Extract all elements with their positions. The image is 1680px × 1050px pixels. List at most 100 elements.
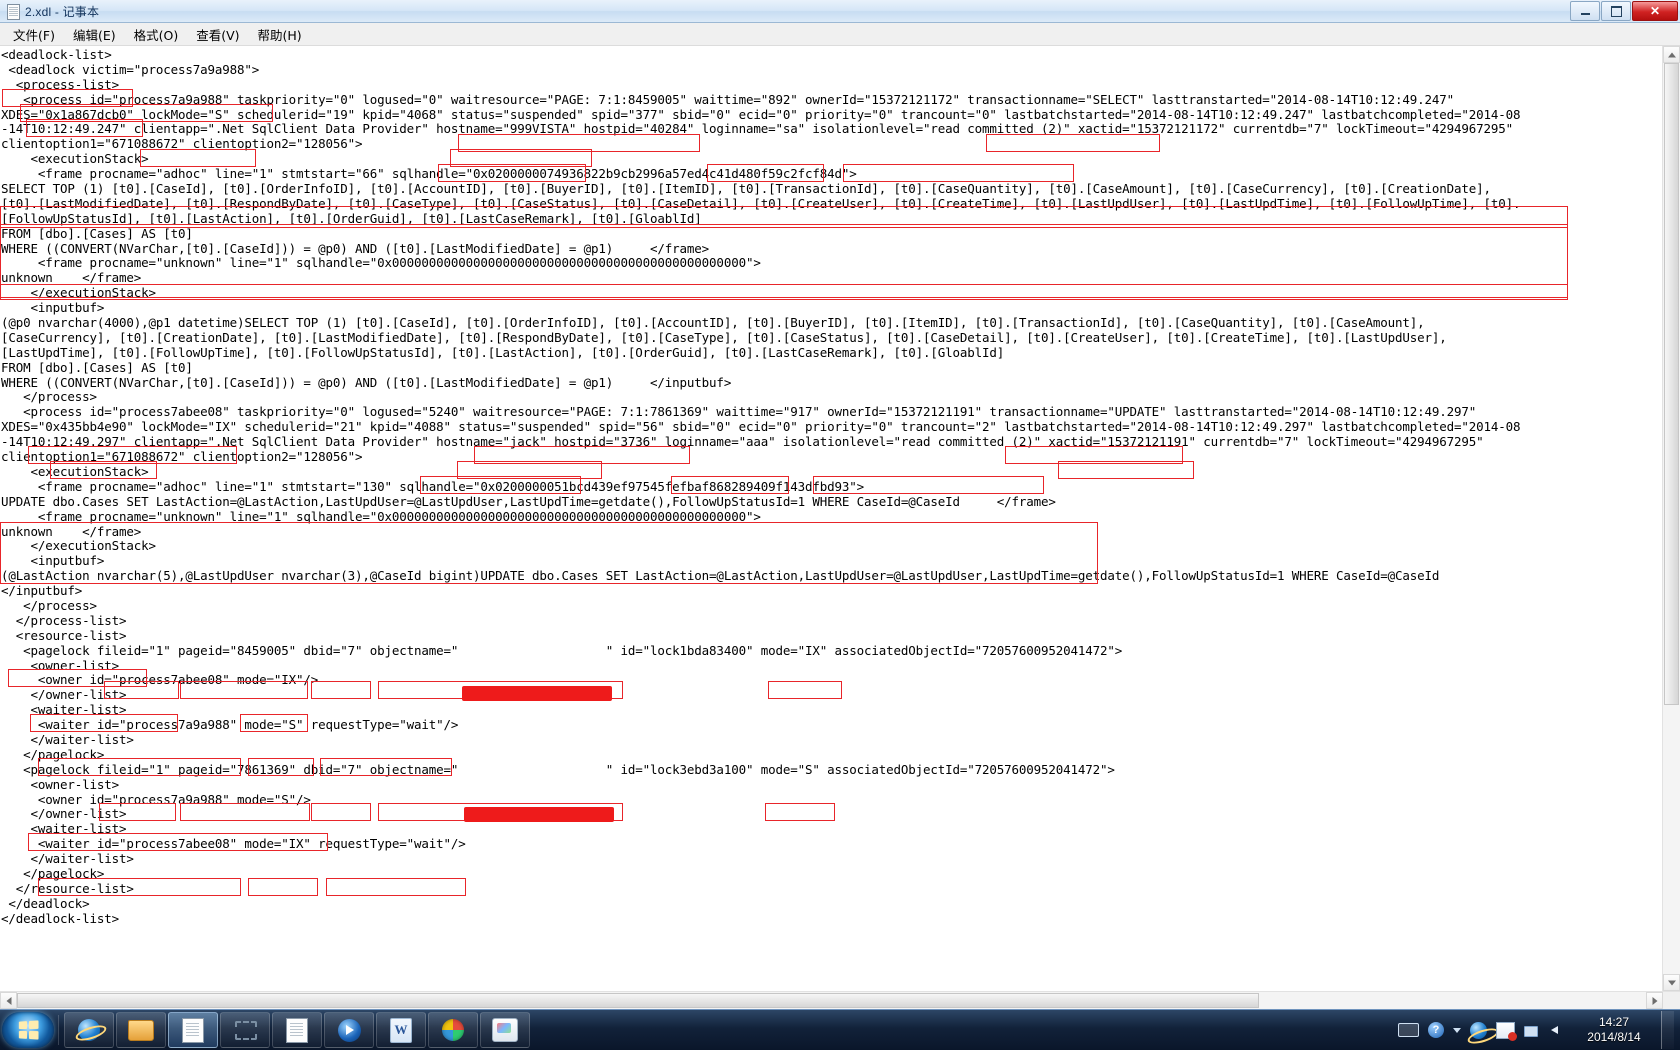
clock-time: 14:27 bbox=[1598, 1015, 1630, 1029]
text-line: [LastUpdTime], [t0].[FollowUpTime], [t0]… bbox=[1, 344, 1005, 360]
text-line: </executionStack> bbox=[1, 538, 157, 554]
menu-format[interactable]: 格式(O) bbox=[125, 23, 188, 46]
text-line: </deadlock> bbox=[1, 895, 90, 911]
notepad-icon bbox=[182, 1017, 204, 1043]
scroll-up-button[interactable] bbox=[1663, 46, 1680, 63]
text-editor[interactable]: <deadlock-list> <deadlock victim="proces… bbox=[0, 46, 1662, 991]
notepad-window: 2.xdl - 记事本 ✕ 文件(F) 编辑(E) 格式(O) 查看(V) 帮助… bbox=[0, 0, 1680, 1050]
text-line: <resource-list> bbox=[1, 627, 127, 643]
text-line: <frame procname="unknown" line="1" sqlha… bbox=[1, 508, 761, 524]
show-desktop-button[interactable] bbox=[1661, 1011, 1674, 1049]
scroll-left-button[interactable] bbox=[0, 992, 17, 1009]
text-line: </owner-list> bbox=[1, 687, 127, 703]
text-line: <process id="process7abee08" taskpriorit… bbox=[1, 404, 1477, 420]
taskbar-notepad[interactable] bbox=[168, 1012, 218, 1048]
text-line: XDES="0x435bb4e90" lockMode="IX" schedul… bbox=[1, 419, 1521, 435]
menu-help[interactable]: 帮助(H) bbox=[249, 23, 311, 46]
minimize-button[interactable] bbox=[1570, 1, 1600, 21]
text-line: <owner-list> bbox=[1, 657, 120, 673]
text-line: unknown </frame> bbox=[1, 523, 142, 539]
browser-ball-icon bbox=[442, 1019, 464, 1041]
text-line: -14T10:12:49.247" clientapp=".Net SqlCli… bbox=[1, 121, 1514, 137]
text-line: <inputbuf> bbox=[1, 553, 105, 569]
text-line: </resource-list> bbox=[1, 880, 134, 896]
clock[interactable]: 14:27 2014/8/14 bbox=[1576, 1015, 1652, 1045]
text-line: WHERE ((CONVERT(NVarChar,[t0].[CaseId]))… bbox=[1, 374, 732, 390]
window-buttons: ✕ bbox=[1570, 1, 1678, 21]
scroll-down-button[interactable] bbox=[1663, 974, 1680, 991]
text-line: FROM [dbo].[Cases] AS [t0] bbox=[1, 225, 193, 241]
network-icon[interactable] bbox=[1524, 1023, 1541, 1037]
taskbar-document[interactable] bbox=[272, 1012, 322, 1048]
taskbar-word[interactable] bbox=[376, 1012, 426, 1048]
windows-logo-icon bbox=[18, 1020, 39, 1040]
text-line: UPDATE dbo.Cases SET LastAction=@LastAct… bbox=[1, 493, 1056, 509]
notepad-document-icon bbox=[6, 3, 20, 20]
vertical-scroll-track[interactable] bbox=[1663, 63, 1680, 974]
maximize-button[interactable] bbox=[1601, 1, 1631, 21]
text-line: <owner-list> bbox=[1, 776, 120, 792]
taskbar-snipping-tool[interactable] bbox=[220, 1012, 270, 1048]
horizontal-scroll-thumb[interactable] bbox=[17, 993, 1259, 1008]
folder-icon bbox=[128, 1019, 154, 1041]
flag-alert-icon[interactable] bbox=[1496, 1021, 1517, 1041]
text-line: <frame procname="adhoc" line="1" stmtsta… bbox=[1, 166, 857, 182]
text-line: <waiter-list> bbox=[1, 702, 127, 718]
close-button[interactable]: ✕ bbox=[1632, 1, 1678, 21]
taskbar-explorer[interactable] bbox=[116, 1012, 166, 1048]
text-line: </waiter-list> bbox=[1, 731, 134, 747]
horizontal-scroll-track[interactable] bbox=[17, 992, 1646, 1009]
text-line: <pagelock fileid="1" pageid="7861369" db… bbox=[1, 761, 1115, 777]
help-icon[interactable]: ? bbox=[1428, 1022, 1444, 1038]
internet-explorer-icon[interactable] bbox=[1470, 1021, 1487, 1039]
start-button[interactable] bbox=[2, 1012, 54, 1048]
text-line: </pagelock> bbox=[1, 746, 105, 762]
chevron-up-icon[interactable] bbox=[1453, 1027, 1461, 1033]
text-line: </process> bbox=[1, 389, 97, 405]
taskbar-ie[interactable] bbox=[64, 1012, 114, 1048]
text-line: <frame procname="unknown" line="1" sqlha… bbox=[1, 255, 761, 271]
speaker-icon[interactable] bbox=[1550, 1023, 1567, 1037]
system-tray: ? 14:27 2014/8/14 bbox=[1398, 1011, 1680, 1049]
text-line: <pagelock fileid="1" pageid="8459005" db… bbox=[1, 642, 1123, 658]
text-line: unknown </frame> bbox=[1, 270, 142, 286]
text-line: [FollowUpStatusId], [t0].[LastAction], [… bbox=[1, 210, 702, 226]
text-line: <waiter id="process7abee08" mode="IX" re… bbox=[1, 836, 466, 852]
paint-icon bbox=[492, 1018, 518, 1042]
snipping-tool-icon bbox=[233, 1019, 257, 1041]
vertical-scrollbar[interactable] bbox=[1662, 46, 1680, 991]
text-line: </inputbuf> bbox=[1, 583, 83, 599]
text-line: </pagelock> bbox=[1, 865, 105, 881]
text-line: <owner id="process7a9a988" mode="S"/> bbox=[1, 791, 311, 807]
text-line: </owner-list> bbox=[1, 806, 127, 822]
horizontal-scrollbar[interactable] bbox=[0, 991, 1680, 1009]
text-line: WHERE ((CONVERT(NVarChar,[t0].[CaseId]))… bbox=[1, 240, 710, 256]
taskbar-paint[interactable] bbox=[480, 1012, 530, 1048]
text-line: <waiter-list> bbox=[1, 821, 127, 837]
keyboard-icon[interactable] bbox=[1398, 1023, 1419, 1037]
editor-text[interactable]: <deadlock-list> <deadlock victim="proces… bbox=[0, 46, 1521, 927]
taskbar-media-player[interactable] bbox=[324, 1012, 374, 1048]
text-line: </waiter-list> bbox=[1, 851, 134, 867]
text-line: (@p0 nvarchar(4000),@p1 datetime)SELECT … bbox=[1, 315, 1425, 331]
text-line: [CaseCurrency], [t0].[CreationDate], [t0… bbox=[1, 329, 1447, 345]
menu-edit[interactable]: 编辑(E) bbox=[64, 23, 125, 46]
text-line: <frame procname="adhoc" line="1" stmtsta… bbox=[1, 478, 864, 494]
taskbar-chrome[interactable] bbox=[428, 1012, 478, 1048]
text-line: <executionStack> bbox=[1, 151, 149, 167]
taskbar-separator bbox=[58, 1015, 59, 1045]
menu-file[interactable]: 文件(F) bbox=[4, 23, 64, 46]
text-line: XDES="0x1a867dcb0" lockMode="S" schedule… bbox=[1, 106, 1521, 122]
text-line: FROM [dbo].[Cases] AS [t0] bbox=[1, 359, 193, 375]
text-line: clientoption1="671088672" clientoption2=… bbox=[1, 449, 363, 465]
document-icon bbox=[286, 1017, 308, 1043]
text-line: </executionStack> bbox=[1, 285, 157, 301]
taskbar: ? 14:27 2014/8/14 bbox=[0, 1009, 1680, 1050]
menu-view[interactable]: 查看(V) bbox=[187, 23, 248, 46]
scroll-right-button[interactable] bbox=[1646, 992, 1663, 1009]
text-line: </process-list> bbox=[1, 612, 127, 628]
text-line: <deadlock-list> bbox=[1, 47, 112, 62]
clock-date: 2014/8/14 bbox=[1587, 1030, 1641, 1044]
text-line: <deadlock victim="process7a9a988"> bbox=[1, 61, 260, 77]
vertical-scroll-thumb[interactable] bbox=[1664, 63, 1679, 705]
